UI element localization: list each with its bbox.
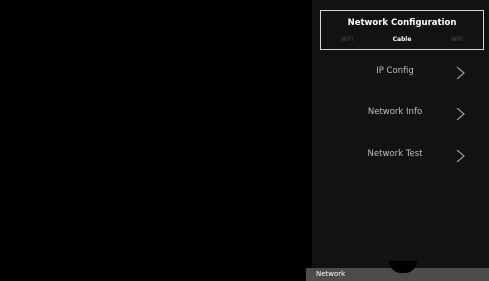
- menu-item-network-test[interactable]: Network Test: [320, 141, 484, 171]
- chevron-right-icon: [456, 67, 465, 79]
- menu-item-label: Network Test: [367, 149, 423, 159]
- network-config-header: Network Configuration WiFi Cable WiFi: [320, 10, 484, 50]
- status-bar-label: Network: [316, 270, 346, 278]
- chevron-right-icon: [456, 108, 465, 120]
- menu-item-network-info[interactable]: Network Info: [320, 99, 484, 129]
- connection-tabs: WiFi Cable WiFi: [321, 36, 483, 46]
- menu-item-label: Network Info: [367, 107, 423, 117]
- video-area: [0, 0, 312, 268]
- menu-item-label: IP Config: [376, 66, 414, 76]
- chevron-right-icon: [456, 150, 465, 162]
- menu-item-ip-config[interactable]: IP Config: [320, 58, 484, 88]
- panel-title: Network Configuration: [347, 18, 457, 28]
- tab-wifi-right[interactable]: WiFi: [451, 36, 463, 43]
